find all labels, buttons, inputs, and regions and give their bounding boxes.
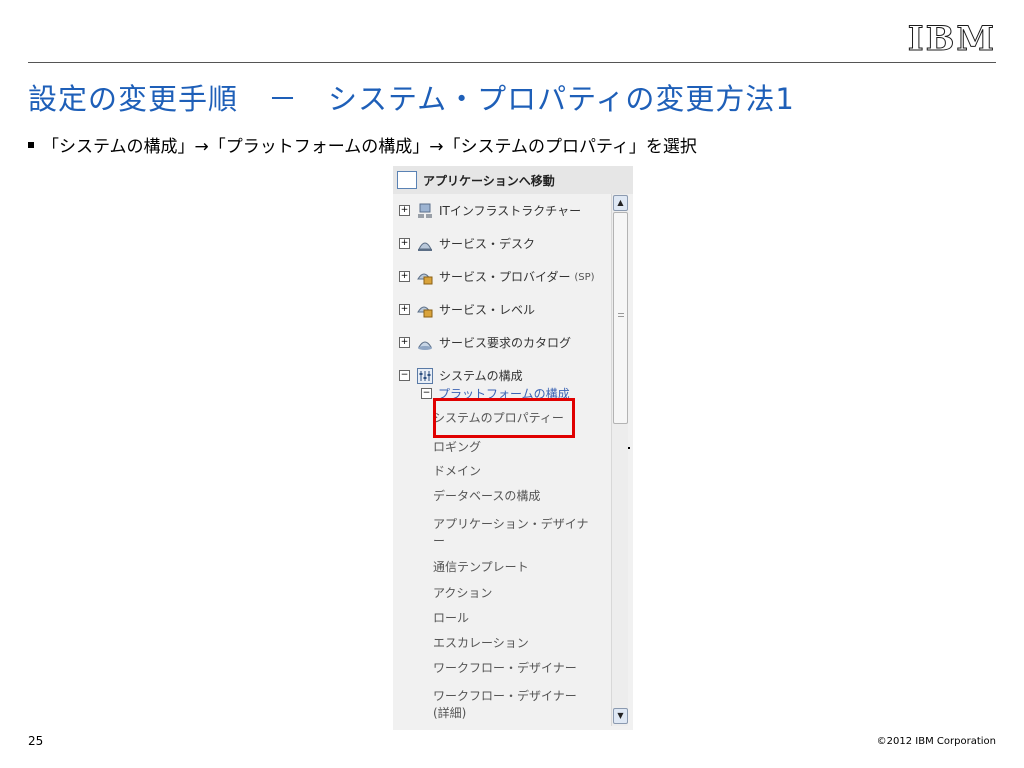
scroll-down-button[interactable]: ▼ <box>613 708 628 724</box>
tree-item-service-level[interactable]: + サービス・レベル <box>399 301 535 318</box>
bullet-icon <box>28 142 34 148</box>
tree-item-label: サービス要求のカタログ <box>439 336 572 350</box>
page-number: 25 <box>28 734 44 748</box>
tree-item-label: サービス・デスク <box>439 237 536 251</box>
tree-item-label: サービス・プロバイダー <box>439 270 571 284</box>
scroll-up-button[interactable]: ▲ <box>613 195 628 211</box>
tree-item-service-desk[interactable]: + サービス・デスク <box>399 235 535 252</box>
selection-highlight-box <box>433 398 575 438</box>
expand-icon[interactable]: + <box>399 205 410 216</box>
expand-icon[interactable]: + <box>399 271 410 282</box>
service-level-icon <box>416 302 434 318</box>
tree-item-label: サービス・レベル <box>439 303 536 317</box>
catalog-icon <box>416 335 434 351</box>
settings-sliders-icon <box>416 367 434 384</box>
collapse-icon[interactable]: − <box>399 370 410 381</box>
panel-title: アプリケーションへ移動 <box>423 174 555 188</box>
tree-item-suffix: (SP) <box>574 272 595 283</box>
slide-title: 設定の変更手順 － システム・プロパティの変更方法1 <box>28 82 795 116</box>
grip-icon <box>618 313 624 319</box>
panel-header: アプリケーションへ移動 <box>393 166 633 194</box>
subitem-logging[interactable]: ロギング <box>433 438 481 455</box>
tree-item-label: ITインフラストラクチャー <box>439 204 582 218</box>
panel-splitter-dot[interactable] <box>628 447 630 449</box>
instruction-text: 「システムの構成」→「プラットフォームの構成」→「システムのプロパティ」を選択 <box>42 137 697 157</box>
subitem-communication-templates[interactable]: 通信テンプレート <box>433 558 529 575</box>
ibm-logo: IBM <box>907 19 996 59</box>
tree-item-label: システムの構成 <box>439 369 523 383</box>
subitem-escalations[interactable]: エスカレーション <box>433 634 529 651</box>
instruction-bullet: 「システムの構成」→「プラットフォームの構成」→「システムのプロパティ」を選択 <box>28 132 697 157</box>
tree-item-service-catalog[interactable]: + サービス要求のカタログ <box>399 334 571 351</box>
header-rule <box>28 62 996 63</box>
provider-icon <box>416 269 434 285</box>
tree-item-service-provider[interactable]: + サービス・プロバイダー (SP) <box>399 268 595 285</box>
navigation-panel: アプリケーションへ移動 ▲ ▼ + ITインフラストラクチャー + サービス・デ… <box>393 166 633 730</box>
expand-icon[interactable]: + <box>399 238 410 249</box>
subitem-workflow-designer-advanced[interactable]: ワークフロー・デザイナー <box>433 687 577 704</box>
expand-icon[interactable]: + <box>399 304 410 315</box>
subitem-actions[interactable]: アクション <box>433 584 492 601</box>
expand-icon[interactable]: + <box>399 337 410 348</box>
tree-item-system-config[interactable]: − システムの構成 <box>399 367 523 384</box>
service-bell-icon <box>416 236 434 252</box>
subitem-database-config[interactable]: データベースの構成 <box>433 487 540 504</box>
subitem-application-designer-cont[interactable]: ー <box>433 532 445 549</box>
panel-window-icon <box>397 171 417 189</box>
subitem-roles[interactable]: ロール <box>433 609 469 626</box>
subitem-workflow-designer[interactable]: ワークフロー・デザイナー <box>433 659 577 676</box>
computer-icon <box>416 203 434 219</box>
subitem-application-designer[interactable]: アプリケーション・デザイナ <box>433 515 589 532</box>
subitem-domain[interactable]: ドメイン <box>433 462 481 479</box>
copyright: ©2012 IBM Corporation <box>876 736 996 747</box>
collapse-icon[interactable]: − <box>421 388 432 399</box>
subitem-workflow-designer-advanced-cont[interactable]: (詳細) <box>433 704 466 721</box>
tree-item-it-infrastructure[interactable]: + ITインフラストラクチャー <box>399 202 581 219</box>
scrollbar[interactable]: ▲ ▼ <box>611 194 628 726</box>
scroll-thumb[interactable] <box>613 212 628 424</box>
